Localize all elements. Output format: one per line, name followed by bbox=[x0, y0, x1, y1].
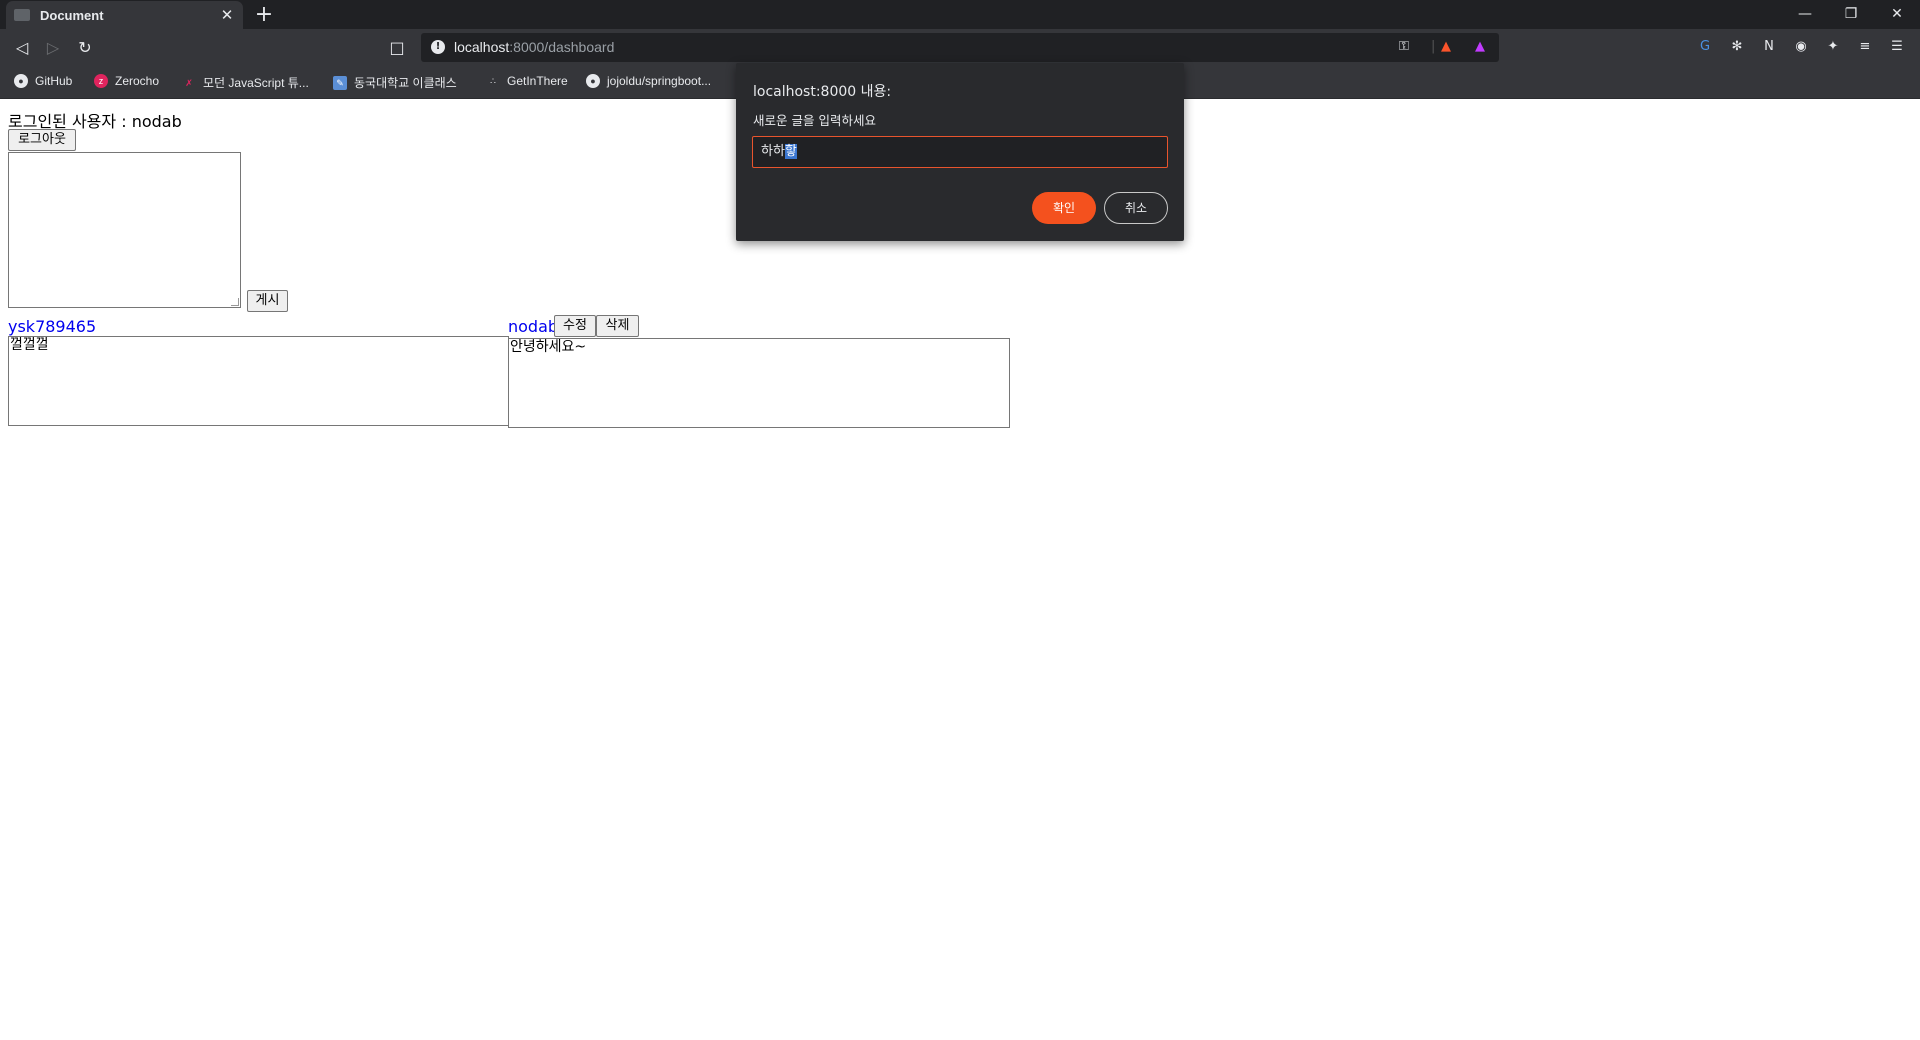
key-icon[interactable]: ⚿ bbox=[1399, 39, 1409, 54]
close-tab-icon[interactable]: ✕ bbox=[219, 6, 235, 24]
bookmark-javascript-info[interactable]: ✗ 모던 JavaScript 튜... bbox=[182, 74, 309, 91]
restore-icon[interactable]: ❐ bbox=[1828, 0, 1874, 29]
url-text[interactable]: localhost:8000/dashboard bbox=[454, 39, 614, 55]
forward-icon[interactable]: ▷ bbox=[41, 36, 65, 60]
logout-button[interactable]: 로그아웃 bbox=[8, 129, 76, 151]
eclass-icon: ✎ bbox=[333, 75, 347, 90]
new-tab-button[interactable]: + bbox=[252, 2, 276, 28]
address-bar[interactable]: ! localhost:8000/dashboard ⚿ | ▲ ▲ bbox=[421, 33, 1499, 62]
delete-button[interactable]: 삭제 bbox=[596, 315, 639, 337]
notion-icon[interactable]: N bbox=[1760, 38, 1778, 56]
post-button[interactable]: 게시 bbox=[247, 290, 288, 312]
bookmark-getinthere[interactable]: ∴ GetInThere bbox=[486, 74, 568, 88]
cancel-button[interactable]: 취소 bbox=[1104, 192, 1168, 224]
page-favicon-icon bbox=[14, 9, 30, 21]
post-content: 껄껄껄 bbox=[8, 336, 509, 426]
bookmark-github[interactable]: ● GitHub bbox=[14, 74, 72, 88]
bookmark-page-icon[interactable]: □ bbox=[385, 36, 409, 60]
prompt-input[interactable]: 하하핳 bbox=[752, 136, 1168, 168]
bookmark-eclass[interactable]: ✎ 동국대학교 이클래스 bbox=[333, 74, 457, 91]
zerocho-icon: z bbox=[94, 74, 108, 88]
dialog-title: localhost:8000 내용: bbox=[753, 84, 892, 100]
post-author-link[interactable]: nodab bbox=[508, 317, 558, 336]
minimize-icon[interactable]: — bbox=[1782, 0, 1828, 29]
post-content: 안녕하세요~ bbox=[508, 338, 1010, 428]
page-body: 로그인된 사용자 : nodab 로그아웃 게시 ysk789465 껄껄껄 n… bbox=[0, 100, 1920, 1040]
browser-tab[interactable]: Document ✕ bbox=[6, 1, 243, 29]
post-author-link[interactable]: ysk789465 bbox=[8, 317, 96, 336]
bookmark-springboot[interactable]: ● jojoldu/springboot... bbox=[586, 74, 711, 88]
translate-icon[interactable]: G bbox=[1696, 38, 1714, 56]
reload-icon[interactable]: ↻ bbox=[73, 36, 97, 60]
confirm-button[interactable]: 확인 bbox=[1032, 192, 1096, 224]
extension-record-icon[interactable]: ◉ bbox=[1792, 38, 1810, 56]
brave-shields-icon[interactable]: ▲ bbox=[1441, 39, 1451, 54]
github-icon: ● bbox=[14, 74, 28, 88]
prompt-dialog: localhost:8000 내용: 새로운 글을 입력하세요 하하핳 확인 취… bbox=[736, 63, 1184, 241]
edit-button[interactable]: 수정 bbox=[554, 315, 596, 337]
menu-icon[interactable]: ☰ bbox=[1888, 38, 1906, 56]
resize-handle-icon[interactable] bbox=[231, 298, 239, 306]
site-info-icon[interactable]: ! bbox=[431, 40, 445, 54]
getinthere-icon: ∴ bbox=[490, 76, 496, 86]
tab-title: Document bbox=[40, 7, 104, 23]
extensions-puzzle-icon[interactable]: ✦ bbox=[1824, 38, 1842, 56]
bookmark-zerocho[interactable]: z Zerocho bbox=[94, 74, 159, 88]
back-icon[interactable]: ◁ bbox=[10, 36, 34, 60]
react-devtools-icon[interactable]: ✻ bbox=[1728, 38, 1746, 56]
github-icon: ● bbox=[586, 74, 600, 88]
reading-list-icon[interactable]: ≡ bbox=[1856, 38, 1874, 56]
javascript-info-icon: ✗ bbox=[185, 77, 193, 88]
tab-strip: Document ✕ + — ❐ ✕ bbox=[0, 0, 1920, 29]
close-window-icon[interactable]: ✕ bbox=[1874, 0, 1920, 29]
brave-rewards-icon[interactable]: ▲ bbox=[1475, 39, 1485, 54]
new-post-textarea[interactable] bbox=[8, 152, 241, 308]
dialog-message: 새로운 글을 입력하세요 bbox=[753, 113, 876, 128]
browser-toolbar: ◁ ▷ ↻ □ ! localhost:8000/dashboard ⚿ | ▲… bbox=[0, 29, 1920, 66]
divider: | bbox=[1431, 39, 1436, 54]
